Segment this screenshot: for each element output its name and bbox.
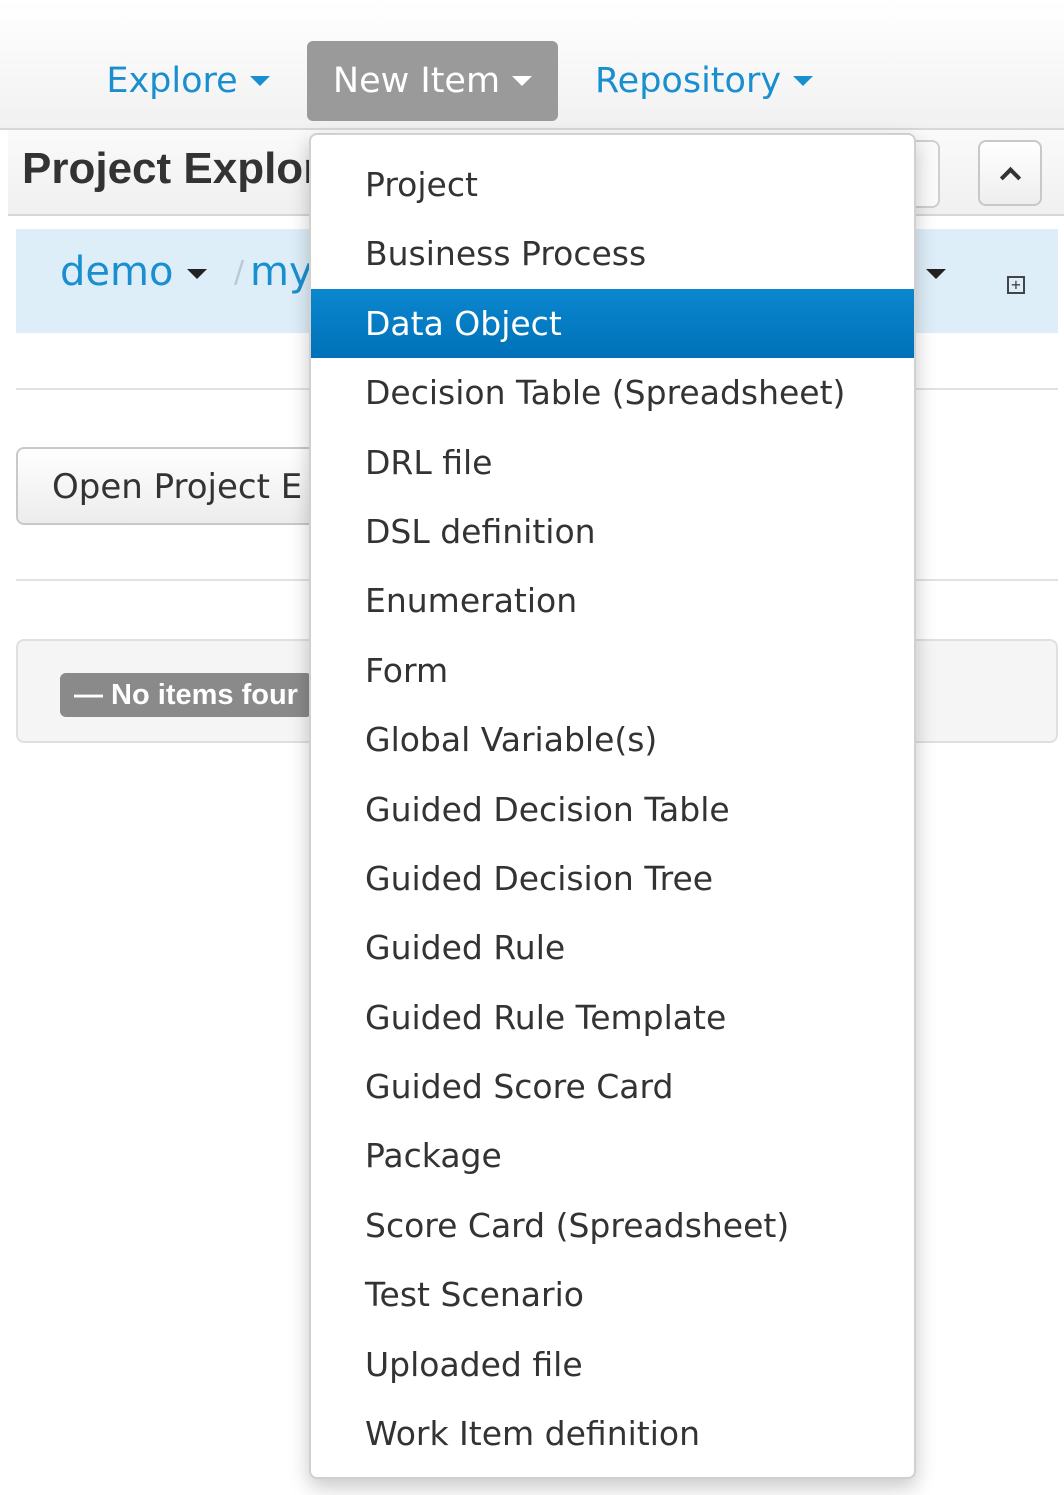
breadcrumb-repo[interactable]: my <box>250 249 313 295</box>
menu-item-guided-score-card[interactable]: Guided Score Card <box>311 1052 914 1121</box>
top-nav-bar: Explore New Item Repository <box>0 0 1064 130</box>
menu-item-enumeration[interactable]: Enumeration <box>311 566 914 635</box>
menu-item-guided-decision-tree[interactable]: Guided Decision Tree <box>311 844 914 913</box>
new-item-dropdown: Project Business Process Data Object Decisi… <box>309 133 916 1479</box>
breadcrumb-separator: / <box>234 255 245 290</box>
chevron-up-icon <box>999 166 1021 188</box>
menu-item-global-variable-s[interactable]: Global Variable(s) <box>311 705 914 774</box>
caret-down-icon <box>793 76 814 86</box>
menu-item-score-card-spreadsheet[interactable]: Score Card (Spreadsheet) <box>311 1191 914 1260</box>
caret-down-icon <box>249 76 270 86</box>
menu-item-business-process[interactable]: Business Process <box>311 219 914 288</box>
plus-square-icon[interactable]: + <box>1007 276 1025 294</box>
caret-down-icon <box>925 269 946 279</box>
menu-item-form[interactable]: Form <box>311 636 914 705</box>
explore-label: Explore <box>106 61 238 101</box>
explore-menu[interactable]: Explore <box>96 41 280 121</box>
caret-down-icon <box>512 76 533 86</box>
menu-item-work-item-definition[interactable]: Work Item definition <box>311 1399 914 1468</box>
page-title: Project Explor <box>22 144 321 193</box>
menu-item-package[interactable]: Package <box>311 1121 914 1190</box>
menu-item-project[interactable]: Project <box>311 150 914 219</box>
breadcrumb-org-label: demo <box>60 249 174 295</box>
breadcrumb-org[interactable]: demo <box>60 249 208 295</box>
menu-item-dsl-definition[interactable]: DSL definition <box>311 497 914 566</box>
menu-item-drl-file[interactable]: DRL file <box>311 428 914 497</box>
menu-item-guided-rule[interactable]: Guided Rule <box>311 913 914 982</box>
caret-down-icon <box>187 269 208 279</box>
collapse-button[interactable] <box>978 140 1042 206</box>
menu-item-uploaded-file[interactable]: Uploaded file <box>311 1330 914 1399</box>
repository-label: Repository <box>594 61 782 101</box>
menu-item-decision-table-spreadsheet[interactable]: Decision Table (Spreadsheet) <box>311 358 914 427</box>
no-items-badge: — No items four <box>60 673 312 717</box>
menu-item-data-object[interactable]: Data Object <box>311 288 914 359</box>
repository-menu[interactable]: Repository <box>584 41 824 121</box>
new-item-label: New Item <box>332 61 501 101</box>
menu-item-guided-rule-template[interactable]: Guided Rule Template <box>311 983 914 1052</box>
new-item-menu[interactable]: New Item <box>307 41 558 121</box>
menu-item-test-scenario[interactable]: Test Scenario <box>311 1260 914 1329</box>
menu-item-guided-decision-table[interactable]: Guided Decision Table <box>311 775 914 844</box>
